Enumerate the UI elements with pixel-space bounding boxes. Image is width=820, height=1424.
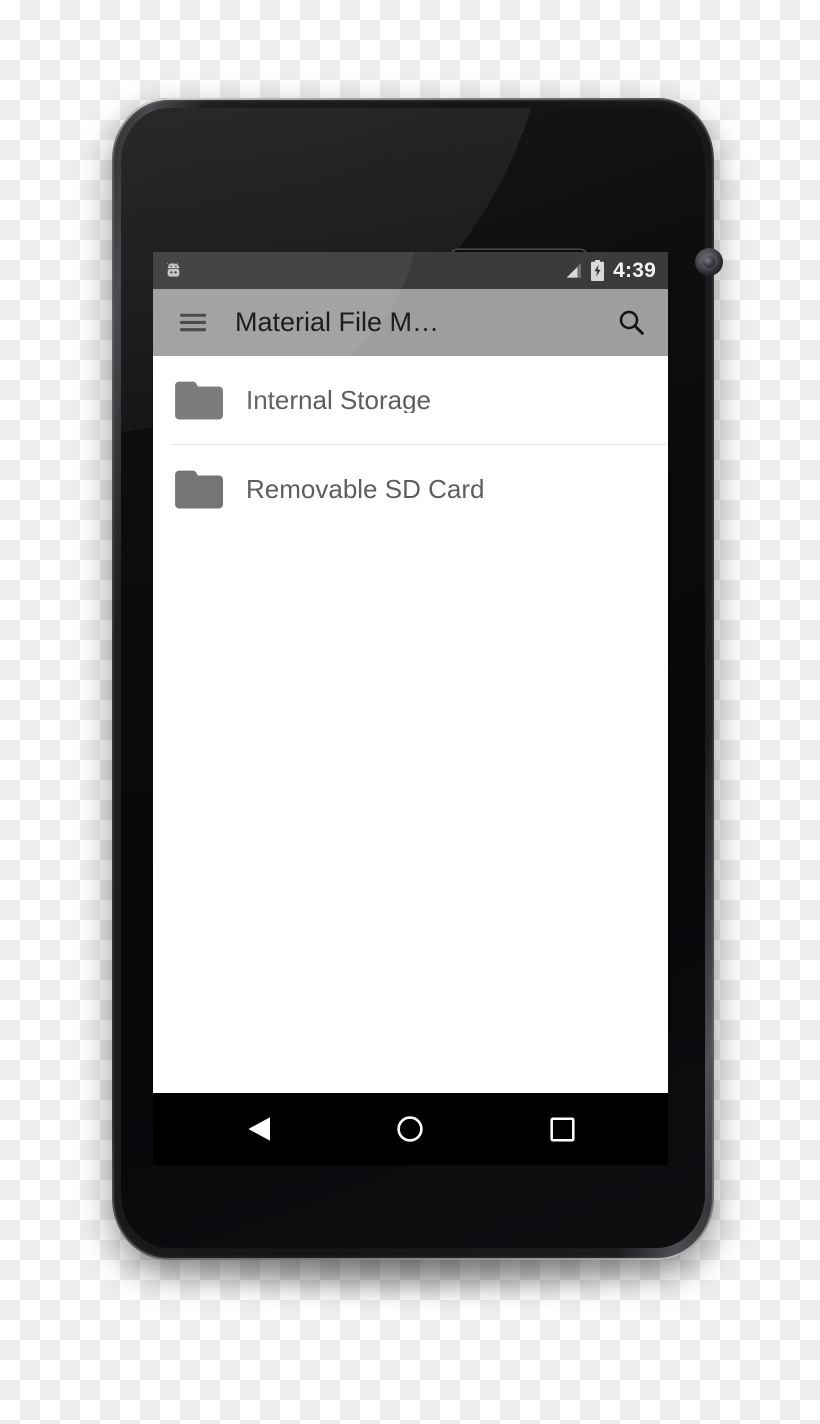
status-bar-notifications bbox=[164, 261, 183, 280]
storage-list: Internal Storage Removable SD Card bbox=[153, 356, 668, 1093]
page-title: Material File M… bbox=[235, 309, 440, 336]
phone-screen: 4:39 Material File M… Internal Storage R… bbox=[153, 252, 668, 1165]
android-bugdroid-icon bbox=[164, 261, 183, 280]
triangle-back-icon bbox=[246, 1115, 272, 1143]
hamburger-menu-button[interactable] bbox=[170, 300, 216, 346]
search-icon bbox=[618, 309, 645, 336]
status-bar-system-icons: 4:39 bbox=[562, 260, 656, 281]
status-bar: 4:39 bbox=[153, 252, 668, 289]
list-item[interactable]: Removable SD Card bbox=[153, 445, 668, 533]
battery-charging-icon bbox=[590, 260, 605, 281]
circle-home-icon bbox=[396, 1115, 424, 1143]
recents-button[interactable] bbox=[524, 1101, 600, 1157]
status-bar-clock: 4:39 bbox=[613, 259, 656, 282]
home-button[interactable] bbox=[372, 1101, 448, 1157]
folder-icon bbox=[175, 469, 223, 509]
back-button[interactable] bbox=[221, 1101, 297, 1157]
navigation-bar bbox=[153, 1093, 668, 1165]
square-recents-icon bbox=[550, 1116, 575, 1142]
list-item[interactable]: Internal Storage bbox=[153, 356, 668, 444]
list-item-label: Removable SD Card bbox=[246, 476, 485, 502]
list-item-label: Internal Storage bbox=[246, 387, 432, 413]
app-bar: Material File M… bbox=[153, 252, 668, 440]
search-button[interactable] bbox=[608, 300, 654, 346]
folder-icon bbox=[175, 380, 223, 420]
front-camera-icon bbox=[695, 248, 723, 276]
cellular-signal-icon bbox=[562, 262, 582, 279]
hamburger-menu-icon bbox=[180, 313, 206, 332]
